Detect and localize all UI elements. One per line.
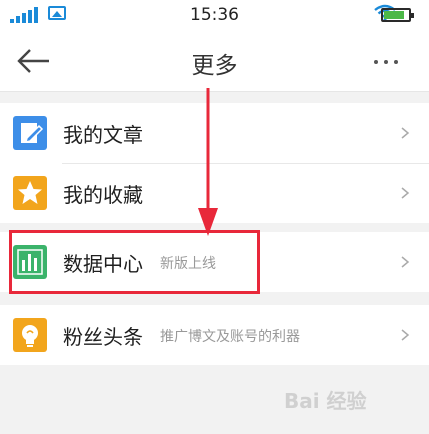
bulb-icon bbox=[13, 318, 47, 352]
menu-group-3: 粉丝头条 推广博文及账号的利器 bbox=[0, 305, 429, 365]
more-options-icon[interactable] bbox=[368, 56, 404, 68]
menu-item-label: 我的文章 bbox=[63, 123, 143, 147]
chevron-right-icon bbox=[401, 256, 410, 268]
menu-group-1: 我的文章 我的收藏 bbox=[0, 103, 429, 223]
battery-icon bbox=[381, 8, 414, 22]
watermark: Bai 经验 bbox=[284, 389, 367, 413]
edit-note-icon bbox=[13, 116, 47, 150]
star-icon bbox=[13, 176, 47, 210]
menu-item-label: 数据中心 bbox=[63, 252, 143, 276]
menu-item-label: 粉丝头条 bbox=[63, 325, 143, 349]
chevron-right-icon bbox=[401, 187, 410, 199]
menu-item-subtitle: 新版上线 bbox=[160, 256, 216, 272]
page-title: 更多 bbox=[191, 53, 238, 79]
status-bar: 15:36 bbox=[0, 0, 429, 30]
navigation-bar: 更多 bbox=[0, 30, 429, 92]
menu-item-my-favorites[interactable]: 我的收藏 bbox=[0, 163, 429, 223]
status-time: 15:36 bbox=[190, 5, 239, 25]
menu-item-label: 我的收藏 bbox=[63, 183, 143, 207]
menu-item-data-center[interactable]: 数据中心 新版上线 bbox=[0, 232, 429, 292]
bar-chart-icon bbox=[13, 245, 47, 279]
menu-item-fans-headline[interactable]: 粉丝头条 推广博文及账号的利器 bbox=[0, 305, 429, 365]
chevron-right-icon bbox=[401, 329, 410, 341]
menu-group-2: 数据中心 新版上线 bbox=[0, 232, 429, 292]
menu-item-subtitle: 推广博文及账号的利器 bbox=[160, 329, 300, 345]
menu-item-my-articles[interactable]: 我的文章 bbox=[0, 103, 429, 163]
back-arrow-icon[interactable] bbox=[16, 46, 52, 76]
chevron-right-icon bbox=[401, 127, 410, 139]
